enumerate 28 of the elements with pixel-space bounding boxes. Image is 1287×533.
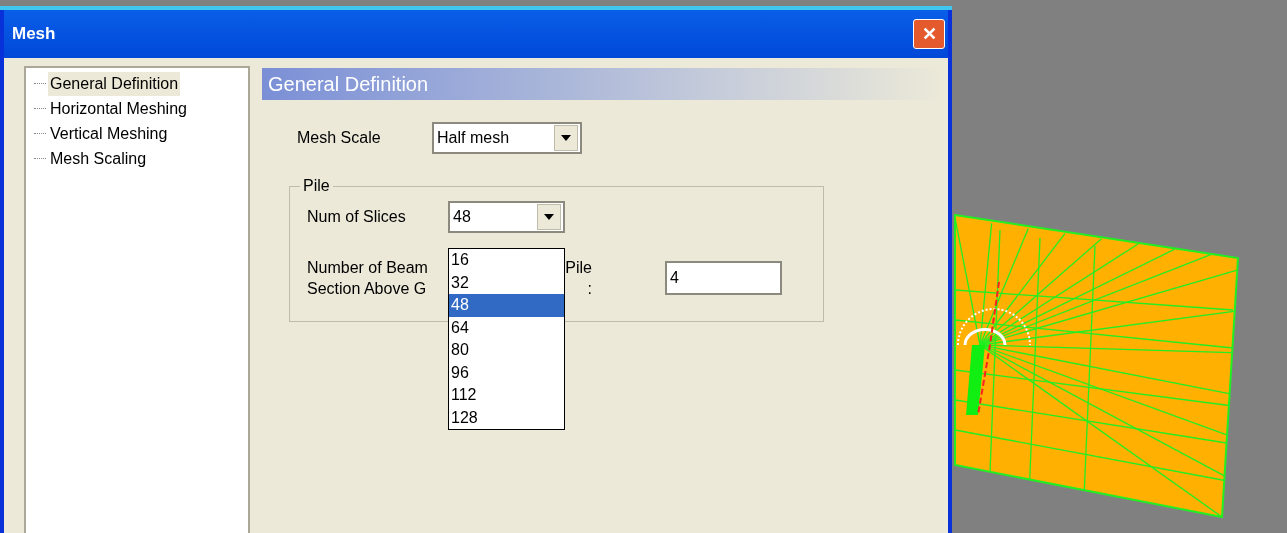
slices-dropdown[interactable]: 48 — [448, 201, 565, 233]
group-title: Pile — [302, 176, 331, 196]
caret-down-icon — [544, 214, 554, 220]
field-label: Mesh Scale — [297, 128, 382, 148]
mesh-scale-dropdown[interactable]: Half mesh — [432, 122, 582, 154]
close-button[interactable]: ✕ — [913, 19, 945, 49]
tree-item[interactable]: Mesh Scaling — [48, 146, 149, 171]
dropdown-option[interactable]: 16 — [449, 249, 564, 272]
field-label: : — [587, 279, 592, 299]
field-label: Num of Slices — [307, 207, 407, 227]
dropdown-option[interactable]: 48 — [449, 294, 564, 317]
tree-item[interactable]: Horizontal Meshing — [48, 96, 189, 121]
dropdown-option[interactable]: 64 — [449, 316, 564, 339]
field-label: Section Above G — [307, 279, 428, 299]
field-label: Number of Beam — [307, 258, 429, 278]
dropdown-option[interactable]: 128 — [449, 406, 564, 429]
caret-down-icon — [561, 135, 571, 141]
tree-item[interactable]: General Definition — [48, 71, 181, 96]
dropdown-option[interactable]: 32 — [449, 271, 564, 294]
window-title: Mesh — [12, 23, 56, 46]
dropdown-option[interactable]: 80 — [449, 339, 564, 362]
dropdown-arrow-button[interactable] — [554, 125, 578, 151]
tree-item[interactable]: Vertical Meshing — [48, 121, 170, 146]
dropdown-option[interactable]: 112 — [449, 384, 564, 407]
beams-input-field[interactable]: 4 — [665, 261, 782, 295]
dropdown-option[interactable]: 96 — [449, 361, 564, 384]
field-label: Pile — [565, 258, 592, 278]
dropdown-arrow-button[interactable] — [537, 204, 561, 230]
